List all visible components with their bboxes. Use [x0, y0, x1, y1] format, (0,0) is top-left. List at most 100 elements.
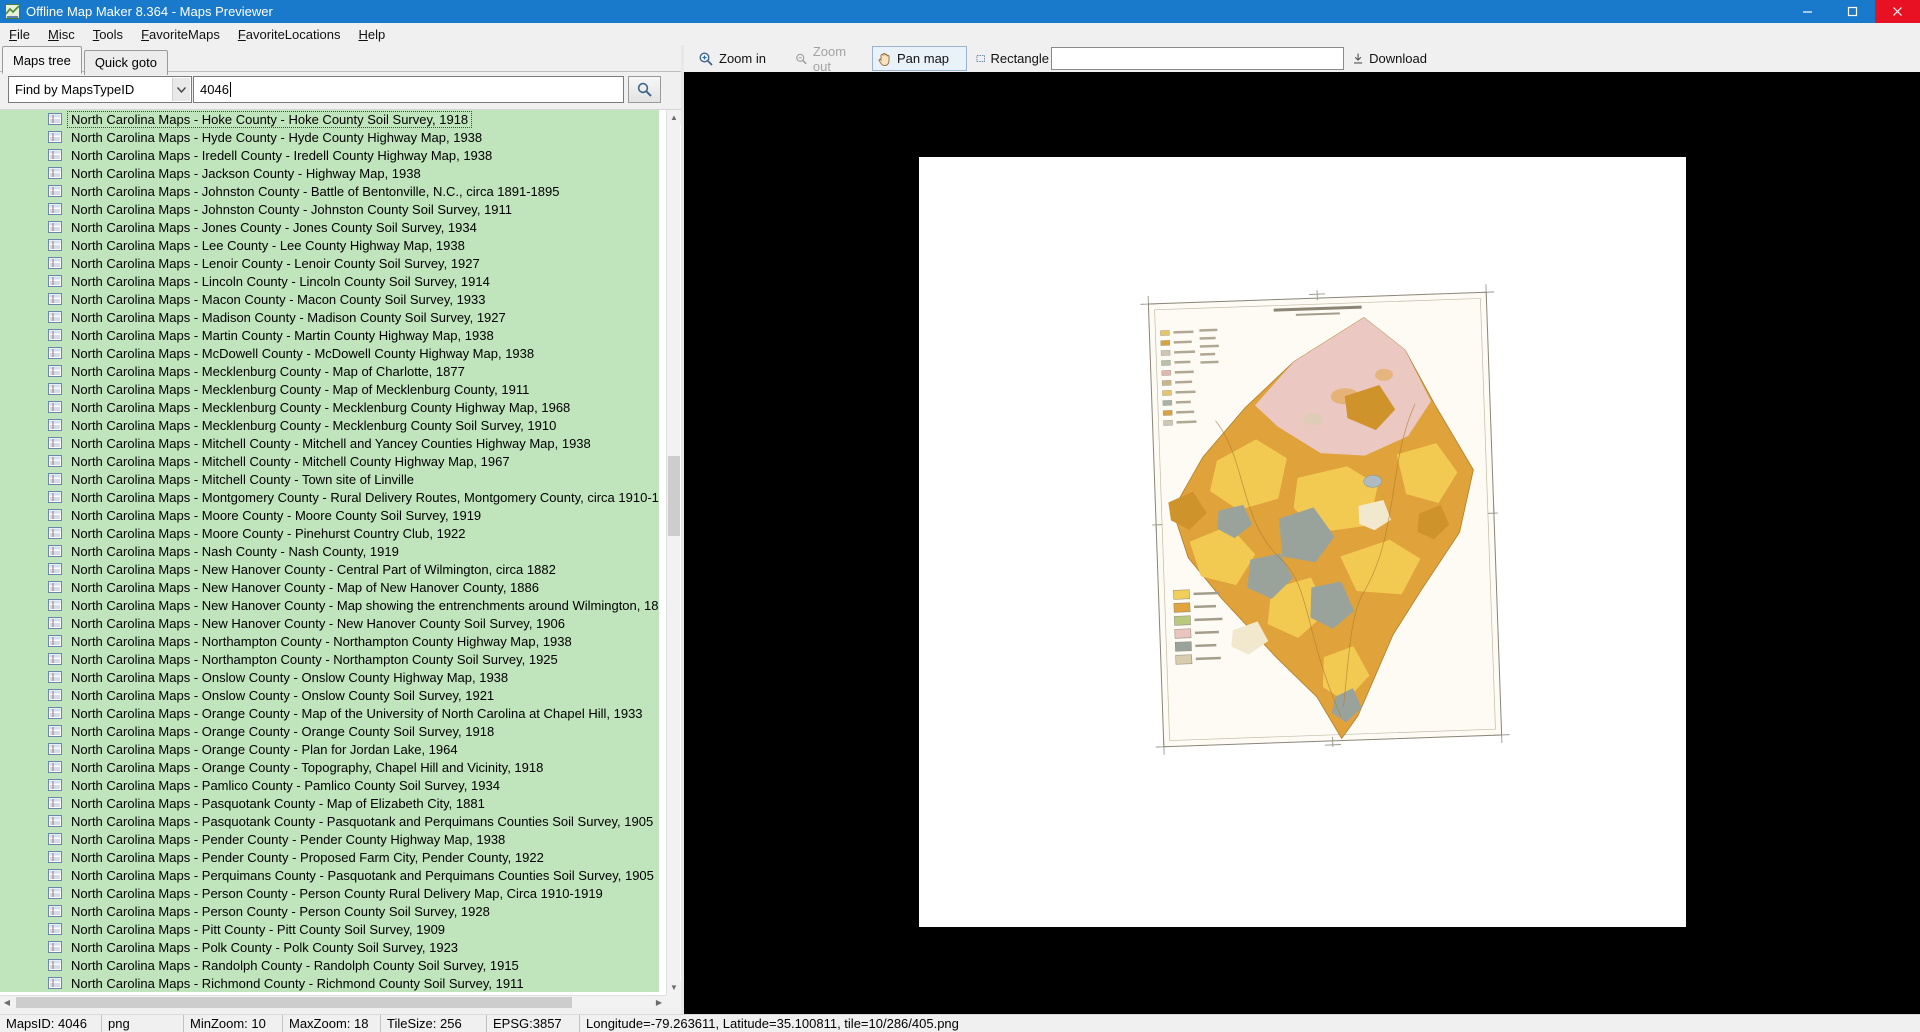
tree-item[interactable]: North Carolina Maps - Pamlico County - P…: [0, 776, 659, 794]
menu-bar: File Misc Tools FavoriteMaps FavoriteLocatio…: [0, 23, 1920, 45]
tree-item[interactable]: North Carolina Maps - Moore County - Pin…: [0, 524, 659, 542]
zoom-in-icon: [699, 51, 713, 66]
tree-item[interactable]: North Carolina Maps - Mecklenburg County…: [0, 398, 659, 416]
scroll-left-arrow-icon[interactable]: ◀: [0, 996, 14, 1009]
search-input[interactable]: 4046: [193, 76, 624, 103]
tree-item[interactable]: North Carolina Maps - Orange County - Ma…: [0, 704, 659, 722]
tree-item[interactable]: North Carolina Maps - Jones County - Jon…: [0, 218, 659, 236]
tree-item[interactable]: North Carolina Maps - Richmond County - …: [0, 974, 659, 992]
tree-item[interactable]: North Carolina Maps - Pitt County - Pitt…: [0, 920, 659, 938]
map-sheet-icon: [48, 221, 62, 233]
download-button[interactable]: Download: [1347, 46, 1432, 71]
close-button[interactable]: [1875, 0, 1920, 23]
menu-file[interactable]: File: [0, 24, 39, 45]
tab-quick-goto[interactable]: Quick goto: [83, 50, 168, 75]
tree-item[interactable]: North Carolina Maps - Mecklenburg County…: [0, 380, 659, 398]
map-sheet-icon: [48, 905, 62, 917]
tree-item[interactable]: North Carolina Maps - Orange County - To…: [0, 758, 659, 776]
menu-help[interactable]: Help: [349, 24, 394, 45]
maximize-button[interactable]: [1830, 0, 1875, 23]
tree-item[interactable]: North Carolina Maps - Mitchell County - …: [0, 452, 659, 470]
horizontal-scroll-thumb[interactable]: [16, 997, 572, 1008]
zoom-out-button[interactable]: Zoom out: [790, 44, 862, 74]
tree-item[interactable]: North Carolina Maps - Onslow County - On…: [0, 686, 659, 704]
tree-item[interactable]: North Carolina Maps - Northampton County…: [0, 632, 659, 650]
tree-item[interactable]: North Carolina Maps - Pasquotank County …: [0, 812, 659, 830]
tree-item[interactable]: North Carolina Maps - Person County - Pe…: [0, 884, 659, 902]
tree-item[interactable]: North Carolina Maps - Person County - Pe…: [0, 902, 659, 920]
pan-map-button[interactable]: Pan map: [872, 46, 967, 71]
menu-tools[interactable]: Tools: [84, 24, 132, 45]
tree-item[interactable]: North Carolina Maps - Martin County - Ma…: [0, 326, 659, 344]
find-by-dropdown[interactable]: Find by MapsTypeID: [8, 76, 192, 103]
tree-item[interactable]: North Carolina Maps - New Hanover County…: [0, 578, 659, 596]
tree-item[interactable]: North Carolina Maps - Johnston County - …: [0, 182, 659, 200]
map-sheet-icon: [48, 329, 62, 341]
map-sheet-icon: [48, 437, 62, 449]
tree-item-label: North Carolina Maps - Perquimans County …: [71, 867, 654, 883]
tree-item[interactable]: North Carolina Maps - New Hanover County…: [0, 614, 659, 632]
tree-item[interactable]: North Carolina Maps - Macon County - Mac…: [0, 290, 659, 308]
tree-item[interactable]: North Carolina Maps - McDowell County - …: [0, 344, 659, 362]
toolbar-text-input[interactable]: [1051, 47, 1344, 70]
tree-item[interactable]: North Carolina Maps - Lee County - Lee C…: [0, 236, 659, 254]
vertical-scroll-thumb[interactable]: [668, 456, 680, 536]
tree-item[interactable]: North Carolina Maps - New Hanover County…: [0, 560, 659, 578]
tree-item[interactable]: North Carolina Maps - Mecklenburg County…: [0, 416, 659, 434]
search-button[interactable]: [628, 76, 661, 103]
tree-item[interactable]: North Carolina Maps - Moore County - Moo…: [0, 506, 659, 524]
tab-maps-tree[interactable]: Maps tree: [2, 46, 82, 74]
menu-favoritemaps[interactable]: FavoriteMaps: [132, 24, 229, 45]
tree-item[interactable]: North Carolina Maps - Onslow County - On…: [0, 668, 659, 686]
map-sheet-icon: [48, 473, 62, 485]
tree-item[interactable]: North Carolina Maps - Mecklenburg County…: [0, 362, 659, 380]
tree-item[interactable]: North Carolina Maps - Jackson County - H…: [0, 164, 659, 182]
tree-item[interactable]: North Carolina Maps - Orange County - Pl…: [0, 740, 659, 758]
tree-item[interactable]: North Carolina Maps - Hoke County - Hoke…: [0, 110, 659, 128]
tree-item[interactable]: North Carolina Maps - Lenoir County - Le…: [0, 254, 659, 272]
map-sheet-icon: [48, 257, 62, 269]
tree-vertical-scrollbar[interactable]: ▲ ▼: [666, 110, 681, 995]
map-sheet-icon: [48, 581, 62, 593]
tree-item[interactable]: North Carolina Maps - Mitchell County - …: [0, 470, 659, 488]
tree-item[interactable]: North Carolina Maps - Polk County - Polk…: [0, 938, 659, 956]
tree-item[interactable]: North Carolina Maps - Madison County - M…: [0, 308, 659, 326]
tree-item[interactable]: North Carolina Maps - Hyde County - Hyde…: [0, 128, 659, 146]
map-sheet-icon: [48, 941, 62, 953]
tree-item[interactable]: North Carolina Maps - New Hanover County…: [0, 596, 659, 614]
tab-strip: Maps tree Quick goto: [0, 45, 681, 75]
tree-item[interactable]: North Carolina Maps - Pender County - Pe…: [0, 830, 659, 848]
tree-item[interactable]: North Carolina Maps - Johnston County - …: [0, 200, 659, 218]
tree-item-label: North Carolina Maps - Pitt County - Pitt…: [71, 921, 446, 937]
tree-item-label: North Carolina Maps - Iredell County - I…: [71, 147, 493, 163]
tree-item[interactable]: North Carolina Maps - Pender County - Pr…: [0, 848, 659, 866]
zoom-in-button[interactable]: Zoom in: [693, 46, 774, 71]
menu-favoritelocations[interactable]: FavoriteLocations: [229, 24, 350, 45]
tree-item[interactable]: North Carolina Maps - Lincoln County - L…: [0, 272, 659, 290]
tree-item[interactable]: North Carolina Maps - Montgomery County …: [0, 488, 659, 506]
scroll-up-arrow-icon[interactable]: ▲: [667, 110, 681, 125]
zoom-out-icon: [796, 53, 807, 64]
tree-item-label: North Carolina Maps - Onslow County - On…: [71, 669, 509, 685]
scroll-down-arrow-icon[interactable]: ▼: [667, 980, 681, 995]
map-sheet-icon: [48, 311, 62, 323]
tree-item-label: North Carolina Maps - Person County - Pe…: [71, 885, 603, 901]
map-viewport[interactable]: [684, 72, 1920, 1014]
tree-item-label: North Carolina Maps - Mecklenburg County…: [71, 363, 465, 379]
map-image[interactable]: [919, 157, 1686, 927]
scroll-right-arrow-icon[interactable]: ▶: [652, 996, 666, 1009]
rectangle-button[interactable]: Rectangle: [971, 46, 1054, 71]
dropdown-arrow-icon[interactable]: [172, 78, 190, 101]
tree-item[interactable]: North Carolina Maps - Iredell County - I…: [0, 146, 659, 164]
menu-misc[interactable]: Misc: [39, 24, 84, 45]
tree-item[interactable]: North Carolina Maps - Perquimans County …: [0, 866, 659, 884]
tree-item[interactable]: North Carolina Maps - Pasquotank County …: [0, 794, 659, 812]
tree-item-label: North Carolina Maps - Orange County - Pl…: [71, 741, 458, 757]
tree-item[interactable]: North Carolina Maps - Mitchell County - …: [0, 434, 659, 452]
minimize-button[interactable]: [1785, 0, 1830, 23]
tree-horizontal-scrollbar[interactable]: ◀ ▶: [0, 995, 666, 1008]
tree-item[interactable]: North Carolina Maps - Randolph County - …: [0, 956, 659, 974]
tree-item[interactable]: North Carolina Maps - Nash County - Nash…: [0, 542, 659, 560]
tree-item[interactable]: North Carolina Maps - Orange County - Or…: [0, 722, 659, 740]
tree-item[interactable]: North Carolina Maps - Northampton County…: [0, 650, 659, 668]
